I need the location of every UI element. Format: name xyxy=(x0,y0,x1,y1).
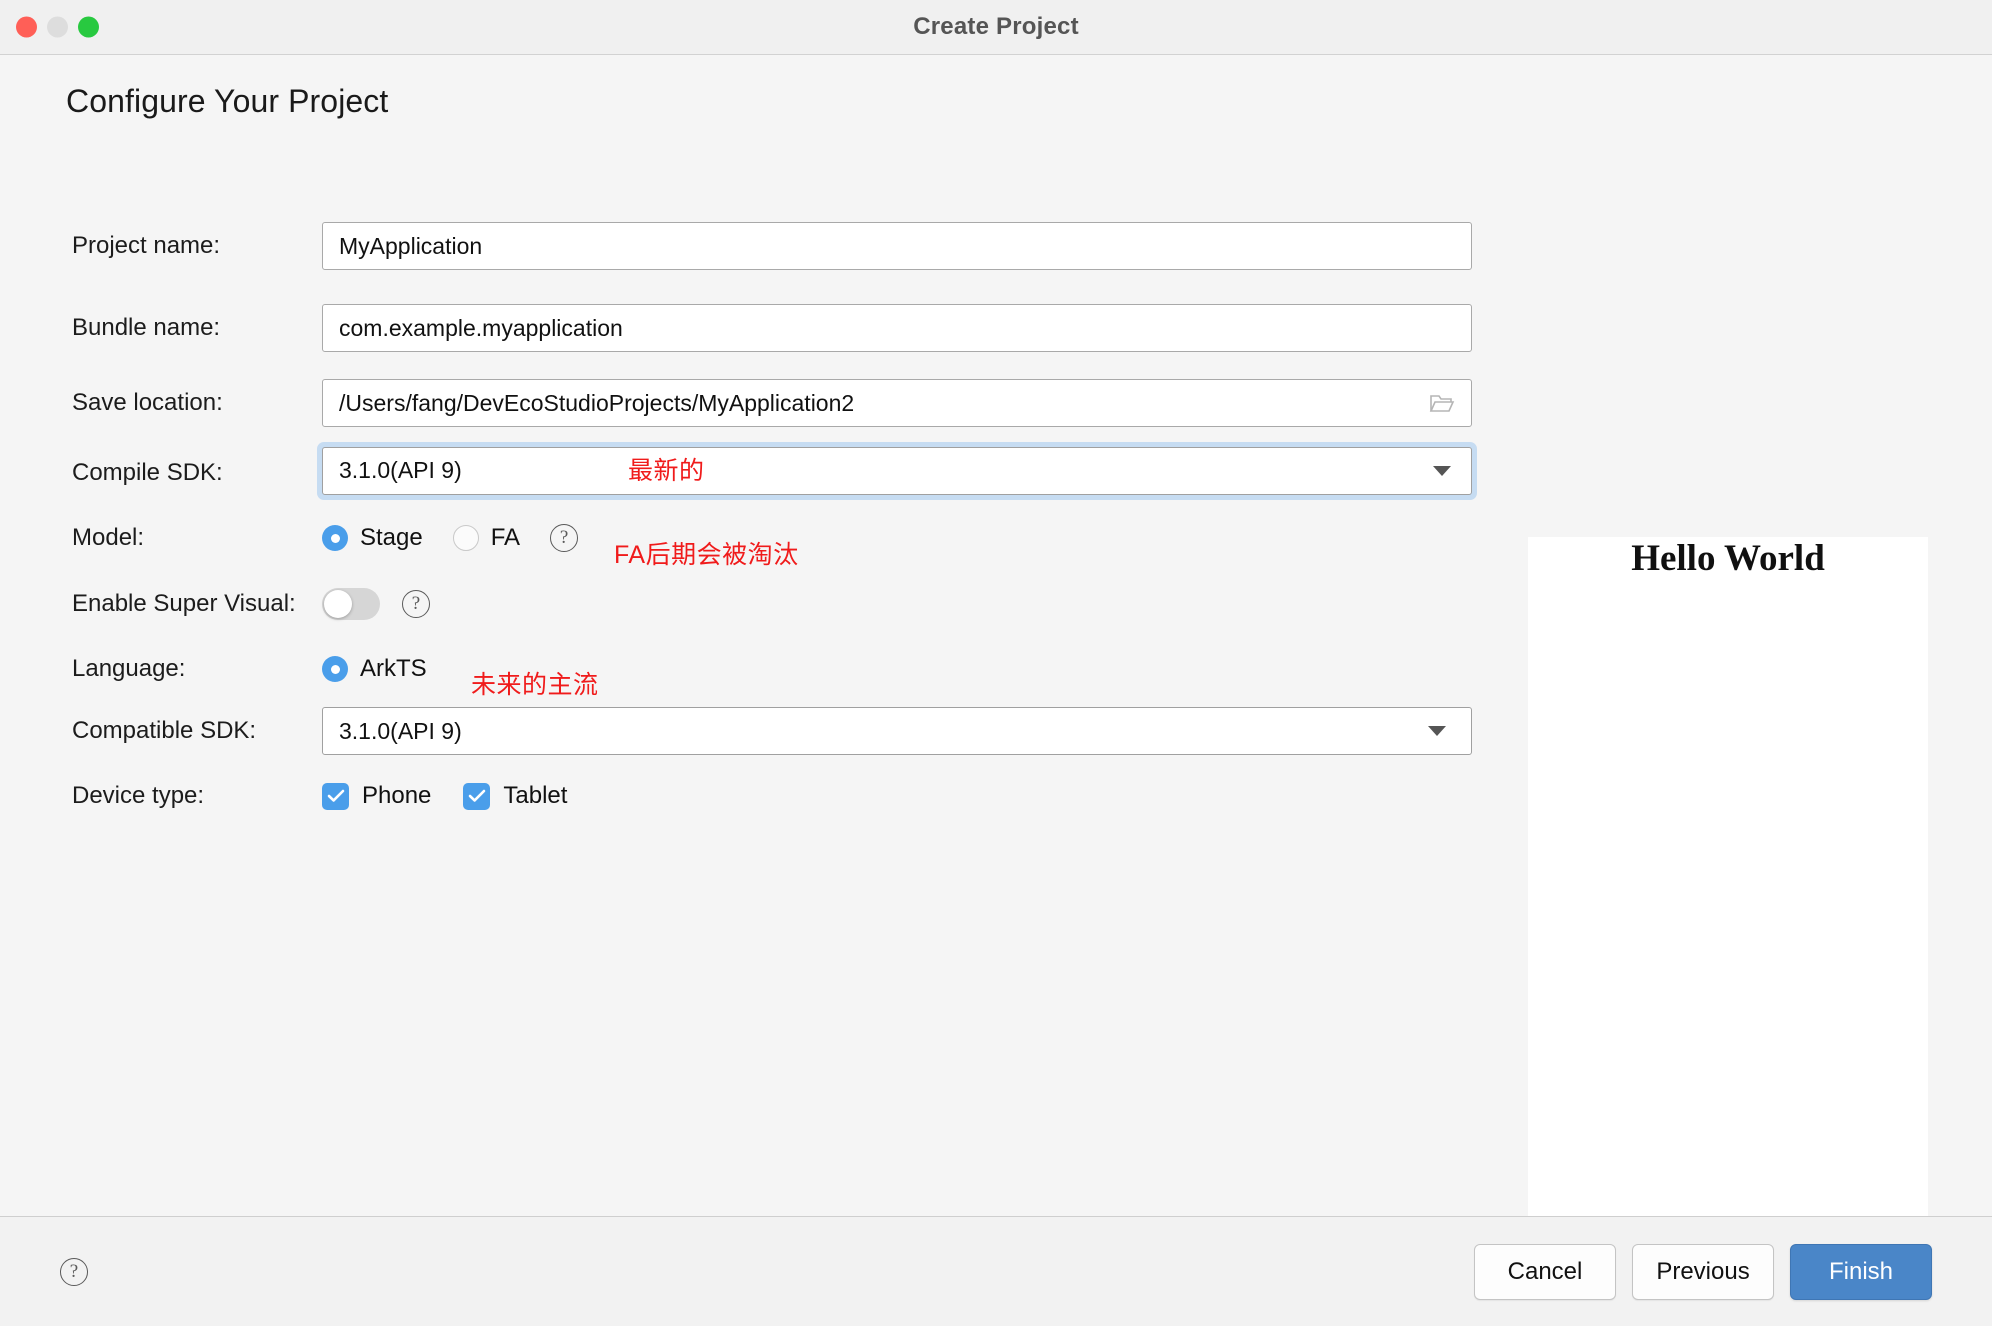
project-name-label: Project name: xyxy=(72,232,221,259)
radio-language-arkts[interactable] xyxy=(322,656,348,682)
project-name-value: MyApplication xyxy=(339,232,483,259)
cancel-button[interactable]: Cancel xyxy=(1474,1243,1616,1300)
bundle-name-label: Bundle name: xyxy=(72,314,221,341)
create-project-dialog: Create Project Configure Your Project Pr… xyxy=(0,0,1992,1326)
traffic-lights xyxy=(16,16,99,38)
page-title: Configure Your Project xyxy=(66,83,389,119)
close-button[interactable] xyxy=(16,16,37,38)
preview-hello-world-text: Hello World xyxy=(1631,538,1825,579)
maximize-button[interactable] xyxy=(78,16,99,38)
dialog-body: Configure Your Project Project name: MyA… xyxy=(0,55,1992,1326)
model-label: Model: xyxy=(72,524,145,551)
window-title: Create Project xyxy=(913,13,1079,40)
enable-super-visual-toggle[interactable] xyxy=(322,588,380,620)
device-preview: Hello World xyxy=(1528,537,1928,1326)
save-location-input[interactable]: /Users/fang/DevEcoStudioProjects/MyAppli… xyxy=(322,379,1472,427)
compatible-sdk-value: 3.1.0(API 9) xyxy=(339,717,462,744)
preview-panel: Hello World Empty Ability xyxy=(1528,165,1928,1326)
compatible-sdk-label: Compatible SDK: xyxy=(72,717,257,744)
enable-super-visual-label: Enable Super Visual: xyxy=(72,590,296,617)
language-label: Language: xyxy=(72,655,186,682)
folder-icon[interactable] xyxy=(1429,391,1455,415)
footer-buttons: Cancel Previous Finish xyxy=(1474,1243,1932,1300)
compatible-sdk-dropdown[interactable]: 3.1.0(API 9) xyxy=(322,707,1472,755)
annotation-language: 未来的主流 xyxy=(471,671,599,699)
previous-button[interactable]: Previous xyxy=(1632,1243,1774,1300)
bundle-name-input[interactable]: com.example.myapplication xyxy=(322,304,1472,352)
chevron-down-icon[interactable] xyxy=(1433,465,1451,476)
bundle-name-value: com.example.myapplication xyxy=(339,314,623,341)
radio-language-arkts-label[interactable]: ArkTS xyxy=(360,655,427,683)
compile-sdk-dropdown[interactable]: 3.1.0(API 9) xyxy=(317,441,1477,500)
checkbox-device-tablet[interactable] xyxy=(463,782,491,810)
chevron-down-icon[interactable] xyxy=(1428,726,1446,736)
project-name-input[interactable]: MyApplication xyxy=(322,222,1472,270)
radio-model-stage-label[interactable]: Stage xyxy=(360,524,423,552)
checkbox-device-phone-label[interactable]: Phone xyxy=(362,782,431,810)
save-location-value: /Users/fang/DevEcoStudioProjects/MyAppli… xyxy=(339,389,855,416)
checkbox-device-tablet-label[interactable]: Tablet xyxy=(503,782,567,810)
save-location-label: Save location: xyxy=(72,389,223,416)
radio-model-fa-label[interactable]: FA xyxy=(491,524,520,552)
radio-model-fa[interactable] xyxy=(452,525,479,551)
device-type-label: Device type: xyxy=(72,782,205,809)
toggle-knob xyxy=(324,590,352,618)
annotation-model: FA后期会被淘汰 xyxy=(614,541,799,569)
footer-help-icon[interactable]: ? xyxy=(60,1257,88,1286)
radio-model-stage[interactable] xyxy=(322,525,348,551)
minimize-button[interactable] xyxy=(47,16,68,38)
finish-button[interactable]: Finish xyxy=(1790,1243,1932,1300)
checkbox-device-phone[interactable] xyxy=(322,782,349,810)
dialog-footer: ? Cancel Previous Finish xyxy=(0,1216,1992,1326)
model-help-icon[interactable]: ? xyxy=(550,524,579,552)
title-bar: Create Project xyxy=(0,0,1992,55)
compile-sdk-value: 3.1.0(API 9) xyxy=(339,457,462,483)
language-radio-group: ArkTS xyxy=(322,655,457,683)
model-radio-group: Stage FA ? xyxy=(322,524,579,552)
enable-super-visual-help-icon[interactable]: ? xyxy=(402,590,430,618)
compile-sdk-label: Compile SDK: xyxy=(72,459,223,486)
annotation-compile-sdk: 最新的 xyxy=(628,457,705,485)
